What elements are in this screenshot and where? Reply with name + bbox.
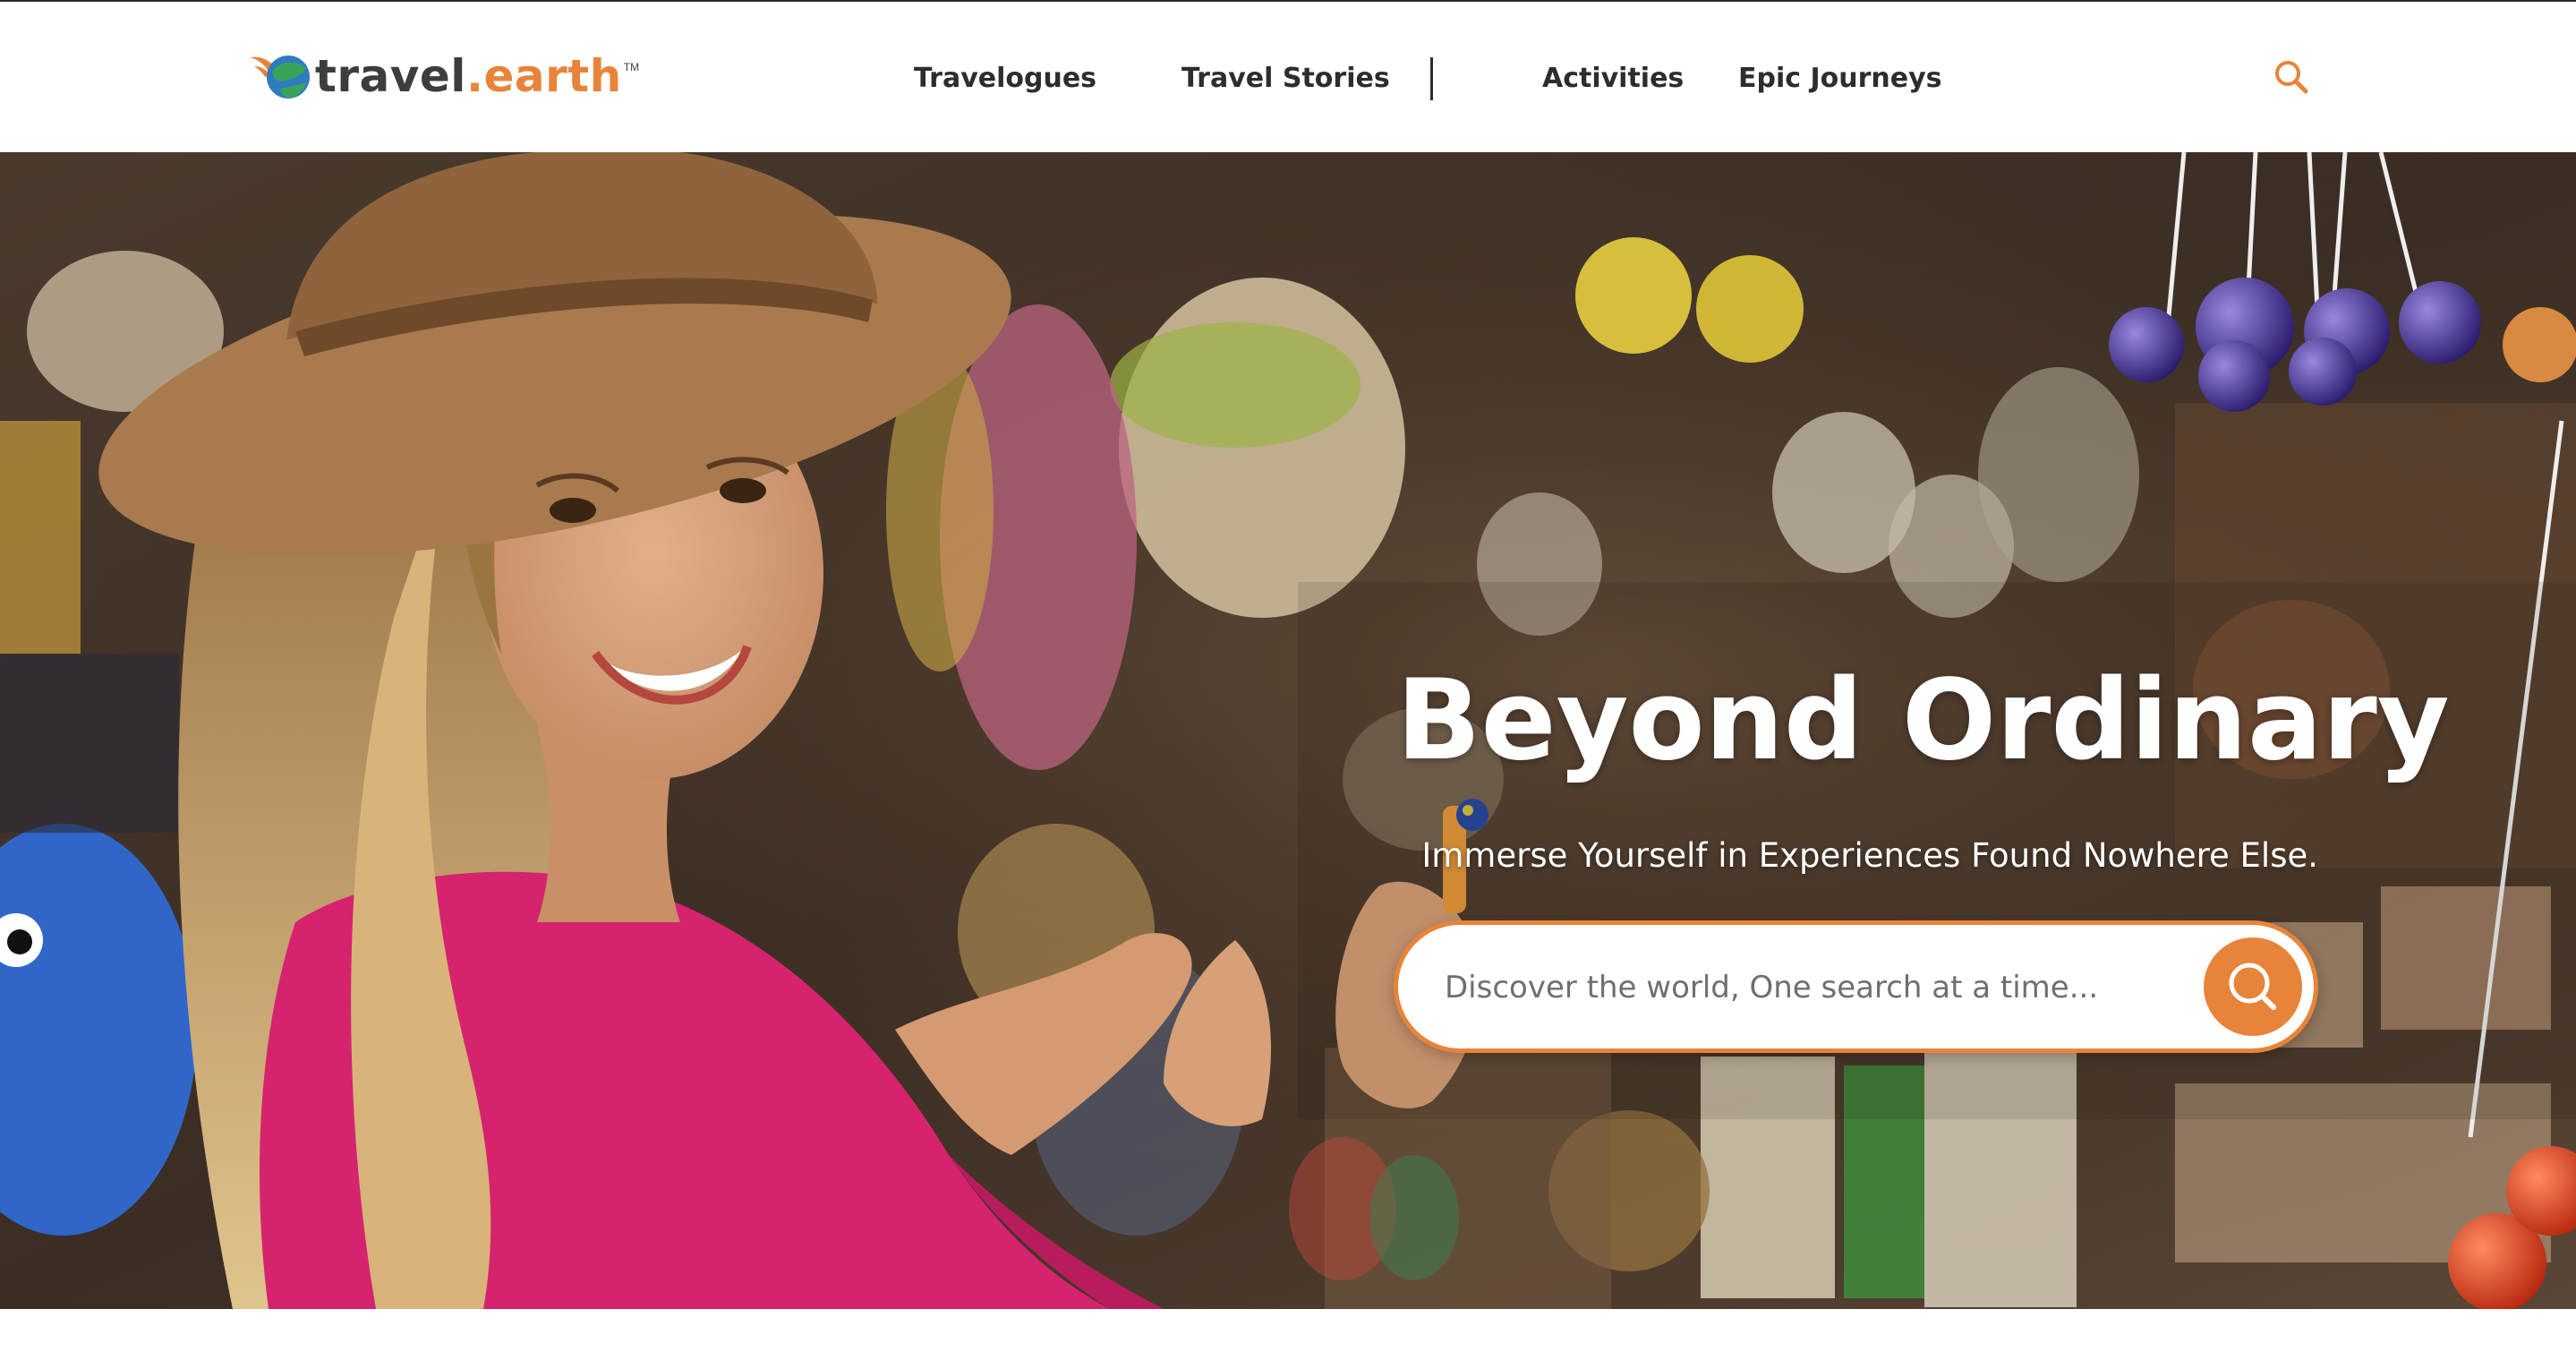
nav-divider — [1430, 57, 1433, 100]
site-logo[interactable]: travel.earth TM — [249, 45, 639, 107]
page: travel.earth TM Travelogues Travel Stori… — [0, 0, 2576, 1352]
logo-trademark: TM — [623, 61, 640, 73]
hero-search-input[interactable] — [1443, 955, 2162, 1020]
search-icon — [2204, 963, 2302, 1039]
site-header: travel.earth TM Travelogues Travel Stori… — [0, 2, 2576, 152]
nav-epic-journeys[interactable]: Epic Journeys — [1738, 59, 1942, 98]
hero-banner: Beyond Ordinary Immerse Yourself in Expe… — [0, 152, 2576, 1309]
hero-search-button[interactable] — [2204, 937, 2302, 1036]
nav-activities[interactable]: Activities — [1542, 59, 1684, 98]
search-icon[interactable] — [2270, 56, 2313, 98]
page-bottom-strip — [0, 1309, 2576, 1352]
logo-wordmark: travel.earth — [315, 45, 622, 107]
nav-travel-stories[interactable]: Travel Stories — [1181, 59, 1390, 98]
logo-text-earth: .earth — [465, 50, 622, 102]
globe-plane-icon — [249, 45, 313, 107]
logo-text-travel: travel — [315, 50, 466, 102]
nav-travelogues[interactable]: Travelogues — [914, 59, 1096, 98]
hero-search-bar — [1394, 920, 2318, 1053]
hero-title: Beyond Ordinary — [1396, 656, 2450, 785]
hero-subtitle: Immerse Yourself in Experiences Found No… — [1421, 836, 2318, 875]
